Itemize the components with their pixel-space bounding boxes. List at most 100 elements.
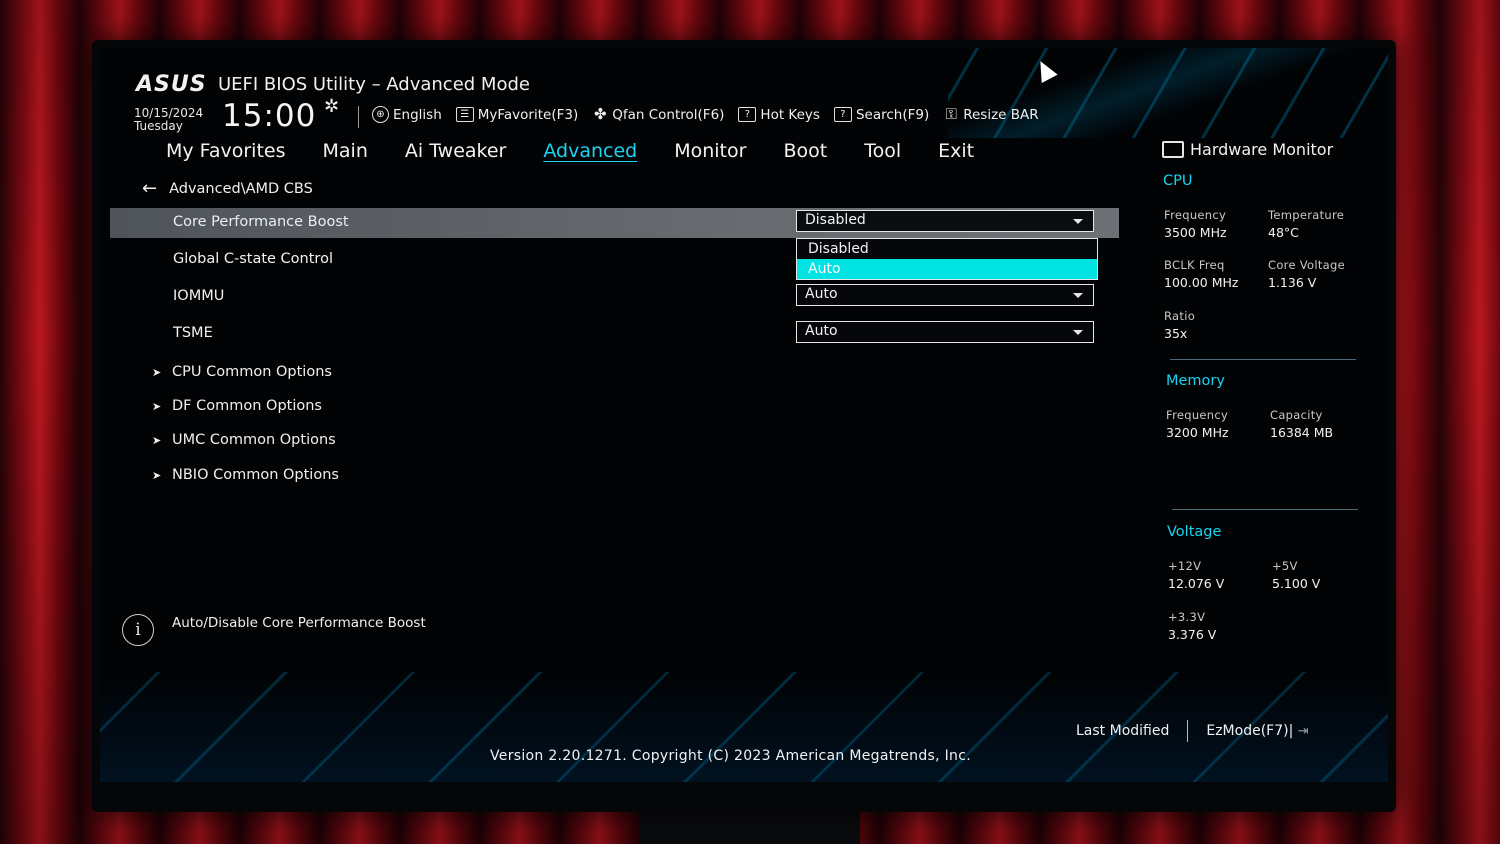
chevron-right-icon: ➤	[152, 433, 162, 447]
setting-label: Core Performance Boost	[173, 214, 349, 230]
hw-cpu-frequency: 3500 MHz	[1164, 225, 1227, 240]
language-button[interactable]: ⊕ English	[372, 106, 442, 123]
setting-label: TSME	[173, 325, 213, 341]
tab-advanced[interactable]: Advanced	[543, 140, 637, 162]
breadcrumb-path: Advanced\AMD CBS	[169, 180, 313, 197]
iommu-select[interactable]: Auto	[796, 284, 1094, 306]
hw-memory-section: Memory	[1166, 373, 1225, 389]
tsme-select[interactable]: Auto	[796, 321, 1094, 343]
language-label: English	[393, 106, 442, 123]
myfavorite-label: MyFavorite(F3)	[477, 106, 579, 123]
hw-memory-capacity-label: Capacity	[1270, 408, 1323, 422]
hw-core-voltage-label: Core Voltage	[1268, 258, 1346, 272]
hw-voltage-section: Voltage	[1167, 524, 1222, 540]
select-value: Auto	[805, 286, 838, 302]
hw-bclk: 100.00 MHz	[1164, 275, 1239, 290]
setting-tsme[interactable]: TSME Auto	[110, 319, 1119, 349]
submenu-label: DF Common Options	[172, 398, 322, 414]
hw-bclk-label: BCLK Freq	[1164, 258, 1225, 272]
clock-display[interactable]: 15:00	[222, 98, 316, 134]
top-toolbar: ⊕ English ☰ MyFavorite(F3) ✤ Qfan Contro…	[372, 106, 1039, 123]
hw-12v-label: +12V	[1168, 559, 1202, 573]
chevron-down-icon	[1073, 293, 1083, 298]
hw-33v: 3.376 V	[1168, 627, 1217, 642]
hw-core-voltage: 1.136 V	[1268, 275, 1317, 290]
info-icon: i	[122, 614, 154, 646]
page-title: UEFI BIOS Utility – Advanced Mode	[218, 74, 530, 95]
asus-logo: ASUS	[136, 72, 207, 97]
main-tabs: My Favorites Main Ai Tweaker Advanced Mo…	[166, 140, 1011, 162]
hw-memory-capacity: 16384 MB	[1270, 425, 1334, 440]
hw-divider	[1170, 359, 1356, 360]
fan-icon: ✤	[593, 105, 607, 123]
dropdown-option-disabled[interactable]: Disabled	[797, 239, 1097, 259]
hot-keys-label: Hot Keys	[760, 106, 820, 123]
favorite-icon: ☰	[455, 107, 474, 122]
globe-icon: ⊕	[372, 106, 389, 123]
decor-top	[948, 48, 1388, 138]
bios-screen: ASUS UEFI BIOS Utility – Advanced Mode 1…	[100, 48, 1388, 782]
tab-my-favorites[interactable]: My Favorites	[166, 140, 286, 162]
qfan-control-button[interactable]: ✤ Qfan Control(F6)	[592, 106, 724, 123]
hw-cpu-temperature: 48°C	[1268, 225, 1299, 240]
chevron-down-icon	[1073, 219, 1083, 224]
exit-arrow-icon: ⇥	[1297, 724, 1309, 739]
tab-ai-tweaker[interactable]: Ai Tweaker	[405, 140, 506, 162]
back-arrow-icon[interactable]: ←	[142, 178, 157, 199]
help-icon: ?	[738, 107, 757, 122]
resize-bar-icon: ⚿	[945, 105, 957, 123]
submenu-label: UMC Common Options	[172, 432, 336, 448]
resize-bar-label: Resize BAR	[963, 106, 1039, 123]
footer-divider	[1187, 720, 1189, 742]
monitor-bezel: ASUS UEFI BIOS Utility – Advanced Mode 1…	[92, 40, 1396, 812]
tab-exit[interactable]: Exit	[938, 140, 974, 162]
tab-boot[interactable]: Boot	[783, 140, 827, 162]
setting-label: Global C-state Control	[173, 251, 333, 267]
core-performance-boost-dropdown: Disabled Auto	[796, 238, 1098, 280]
search-label: Search(F9)	[855, 106, 930, 123]
breadcrumb: ← Advanced\AMD CBS	[142, 178, 313, 199]
chevron-right-icon: ➤	[152, 365, 162, 379]
hw-cpu-temperature-label: Temperature	[1268, 208, 1345, 222]
hw-cpu-section: CPU	[1163, 173, 1193, 189]
setting-label: IOMMU	[173, 288, 225, 304]
hw-33v-label: +3.3V	[1168, 610, 1206, 624]
submenu-df-common-options[interactable]: ➤ DF Common Options	[152, 398, 322, 414]
help-icon: ?	[833, 107, 852, 122]
setting-core-performance-boost[interactable]: Core Performance Boost Disabled	[110, 208, 1119, 238]
ezmode-button[interactable]: EzMode(F7)| ⇥	[1206, 723, 1308, 739]
tab-main[interactable]: Main	[323, 140, 368, 162]
hw-ratio: 35x	[1164, 326, 1188, 341]
myfavorite-button[interactable]: ☰ MyFavorite(F3)	[455, 106, 579, 123]
hw-divider	[1172, 509, 1358, 510]
chevron-right-icon: ➤	[152, 399, 162, 413]
monitor-stand	[640, 810, 860, 844]
ezmode-label: EzMode(F7)|	[1206, 723, 1294, 739]
core-performance-boost-select[interactable]: Disabled	[796, 210, 1094, 232]
submenu-nbio-common-options[interactable]: ➤ NBIO Common Options	[152, 467, 339, 483]
hw-5v: 5.100 V	[1272, 576, 1321, 591]
hw-12v: 12.076 V	[1168, 576, 1225, 591]
resize-bar-button[interactable]: ⚿ Resize BAR	[943, 105, 1039, 123]
hw-ratio-label: Ratio	[1164, 309, 1196, 323]
dropdown-option-auto[interactable]: Auto	[797, 259, 1097, 279]
last-modified-button[interactable]: Last Modified	[1076, 723, 1169, 739]
select-value: Disabled	[805, 212, 866, 228]
chevron-right-icon: ➤	[152, 468, 162, 482]
date-display: 10/15/2024 Tuesday	[134, 107, 203, 133]
tab-monitor[interactable]: Monitor	[674, 140, 746, 162]
submenu-label: CPU Common Options	[172, 364, 332, 380]
hw-cpu-frequency-label: Frequency	[1164, 208, 1227, 222]
setting-iommu[interactable]: IOMMU Auto	[110, 282, 1119, 312]
help-text: Auto/Disable Core Performance Boost	[172, 615, 426, 631]
day-text: Tuesday	[134, 119, 183, 133]
search-button[interactable]: ? Search(F9)	[833, 106, 930, 123]
tab-tool[interactable]: Tool	[864, 140, 901, 162]
hw-memory-frequency: 3200 MHz	[1166, 425, 1229, 440]
submenu-cpu-common-options[interactable]: ➤ CPU Common Options	[152, 364, 332, 380]
gear-icon[interactable]: ✲	[324, 96, 339, 117]
hot-keys-button[interactable]: ? Hot Keys	[738, 106, 820, 123]
submenu-umc-common-options[interactable]: ➤ UMC Common Options	[152, 432, 336, 448]
chevron-down-icon	[1073, 330, 1083, 335]
hardware-monitor-title: Hardware Monitor	[1162, 140, 1333, 159]
